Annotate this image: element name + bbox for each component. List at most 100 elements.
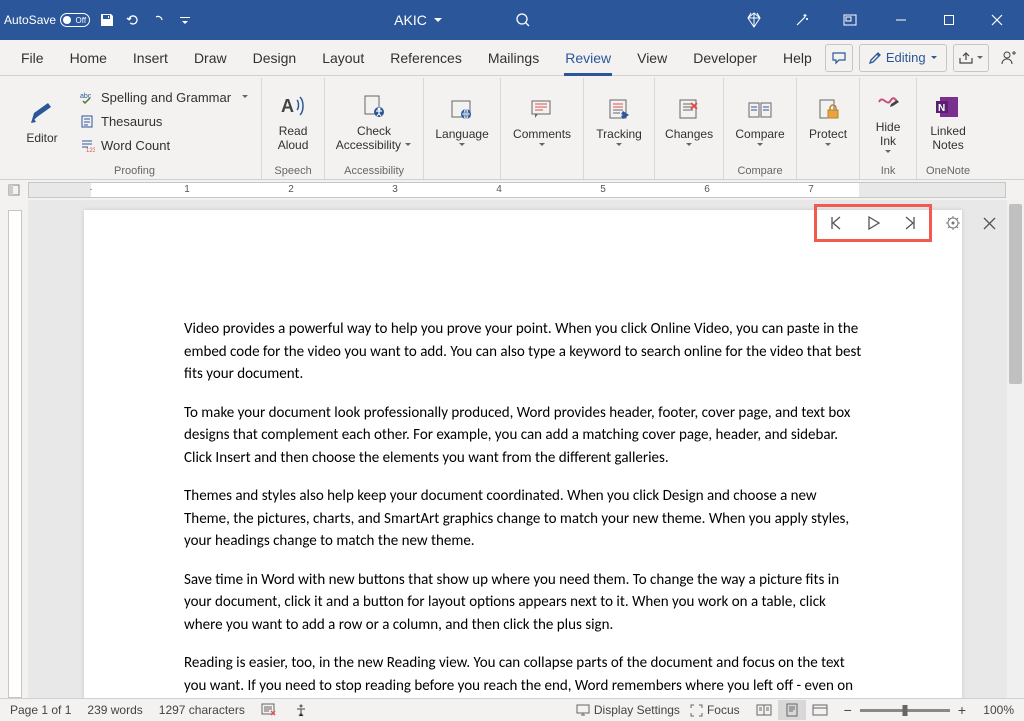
thesaurus-button[interactable]: Thesaurus <box>74 110 255 132</box>
maximize-button[interactable] <box>926 0 972 40</box>
zoom-in[interactable]: + <box>958 702 966 718</box>
chevron-down-icon <box>538 141 546 149</box>
autosave-toggle[interactable]: AutoSave Off <box>4 13 90 27</box>
read-mode-view[interactable] <box>750 700 778 720</box>
tab-references[interactable]: References <box>377 40 475 76</box>
undo-icon[interactable] <box>124 11 142 29</box>
char-count[interactable]: 1297 characters <box>159 703 245 717</box>
ink-group-label: Ink <box>866 163 910 179</box>
accessibility-icon <box>359 90 389 124</box>
close-button[interactable] <box>974 0 1020 40</box>
redo-icon[interactable] <box>150 11 168 29</box>
accessibility-group-label: Accessibility <box>331 163 417 179</box>
changes-dropdown[interactable]: Changes <box>661 82 717 158</box>
comment-icon <box>528 93 556 127</box>
accessibility-status[interactable] <box>293 703 309 717</box>
tab-design[interactable]: Design <box>240 40 310 76</box>
svg-text:A: A <box>281 96 294 116</box>
abc-check-icon: abc <box>80 90 95 105</box>
ruler-horizontal[interactable]: · 1 2 3 4 5 6 7 <box>0 180 1024 200</box>
chevron-down-icon <box>976 54 984 62</box>
minimize-button[interactable] <box>878 0 924 40</box>
document-scroll[interactable]: Video provides a powerful way to help yo… <box>28 200 1024 698</box>
vertical-scrollbar[interactable] <box>1007 200 1024 698</box>
read-aloud-button[interactable]: A Read Aloud <box>268 82 318 158</box>
search-icon[interactable] <box>515 12 531 28</box>
paragraph: Reading is easier, too, in the new Readi… <box>184 652 862 698</box>
spell-check-status[interactable] <box>261 703 277 717</box>
account-icon[interactable] <box>995 49 1023 67</box>
read-aloud-previous[interactable] <box>819 209 855 237</box>
editor-icon <box>27 97 57 131</box>
ruler-corner[interactable] <box>0 180 28 200</box>
comments-dropdown[interactable]: Comments <box>507 82 577 158</box>
tab-help[interactable]: Help <box>770 40 825 76</box>
word-count[interactable]: 239 words <box>87 703 142 717</box>
chevron-down-icon <box>241 93 249 101</box>
spelling-grammar-button[interactable]: abcSpelling and Grammar <box>74 86 255 108</box>
compare-group-label: Compare <box>730 163 790 179</box>
zoom-out[interactable]: − <box>844 702 852 718</box>
focus-mode[interactable]: Focus <box>690 703 740 717</box>
hide-ink-button[interactable]: Hide Ink <box>866 82 910 158</box>
linked-notes-button[interactable]: N Linked Notes <box>923 82 973 158</box>
chevron-down-icon <box>756 141 764 149</box>
word-count-button[interactable]: 123Word Count <box>74 134 255 156</box>
zoom-level[interactable]: 100% <box>974 703 1014 717</box>
language-icon <box>448 93 476 127</box>
ribbon-tabs: File Home Insert Draw Design Layout Refe… <box>0 40 1024 76</box>
protect-dropdown[interactable]: Protect <box>803 82 853 158</box>
scrollbar-thumb[interactable] <box>1009 204 1022 384</box>
chevron-down-icon <box>930 54 938 62</box>
chevron-down-icon <box>433 15 443 25</box>
tab-mailings[interactable]: Mailings <box>475 40 552 76</box>
speech-group-label: Speech <box>268 163 318 179</box>
web-layout-view[interactable] <box>806 700 834 720</box>
share-button[interactable] <box>953 44 989 72</box>
check-accessibility-button[interactable]: Check Accessibility <box>331 82 417 158</box>
tab-insert[interactable]: Insert <box>120 40 181 76</box>
language-button[interactable]: Language <box>430 82 494 158</box>
onenote-icon: N <box>934 90 962 124</box>
tab-view[interactable]: View <box>624 40 680 76</box>
customize-qat-icon[interactable] <box>176 11 194 29</box>
editing-mode-button[interactable]: Editing <box>859 44 947 72</box>
read-aloud-settings[interactable] <box>938 209 968 237</box>
ribbon-display-icon[interactable] <box>827 0 873 40</box>
tracking-icon <box>605 93 633 127</box>
display-settings[interactable]: Display Settings <box>576 703 680 717</box>
diamond-icon[interactable] <box>731 0 777 40</box>
document-title[interactable]: AKIC <box>394 12 427 28</box>
tab-developer[interactable]: Developer <box>680 40 770 76</box>
ribbon: Editor abcSpelling and Grammar Thesaurus… <box>0 76 1024 180</box>
read-aloud-play[interactable] <box>855 209 891 237</box>
tab-draw[interactable]: Draw <box>181 40 240 76</box>
svg-text:123: 123 <box>86 148 95 153</box>
chevron-down-icon <box>615 141 623 149</box>
compare-dropdown[interactable]: Compare <box>730 82 790 158</box>
tab-file[interactable]: File <box>8 40 57 76</box>
read-aloud-next[interactable] <box>891 209 927 237</box>
print-layout-view[interactable] <box>778 700 806 720</box>
paragraph: Themes and styles also help keep your do… <box>184 485 862 553</box>
save-icon[interactable] <box>98 11 116 29</box>
document-area: Video provides a powerful way to help yo… <box>0 200 1024 698</box>
editor-button[interactable]: Editor <box>14 82 70 158</box>
page-indicator[interactable]: Page 1 of 1 <box>10 703 71 717</box>
wand-icon[interactable] <box>779 0 825 40</box>
tab-layout[interactable]: Layout <box>309 40 377 76</box>
count-icon: 123 <box>80 138 95 153</box>
onenote-group-label: OneNote <box>923 163 973 179</box>
comments-button[interactable] <box>825 44 853 72</box>
proofing-group-label: Proofing <box>14 163 255 179</box>
paragraph: To make your document look professionall… <box>184 402 862 470</box>
tab-review[interactable]: Review <box>552 40 624 76</box>
paragraph: Save time in Word with new buttons that … <box>184 569 862 637</box>
read-aloud-icon: A <box>278 90 308 124</box>
read-aloud-close[interactable] <box>974 209 1004 237</box>
ruler-vertical[interactable] <box>0 200 28 698</box>
zoom-slider[interactable] <box>860 709 950 712</box>
tracking-dropdown[interactable]: Tracking <box>590 82 648 158</box>
document-page[interactable]: Video provides a powerful way to help yo… <box>84 210 962 698</box>
tab-home[interactable]: Home <box>57 40 120 76</box>
